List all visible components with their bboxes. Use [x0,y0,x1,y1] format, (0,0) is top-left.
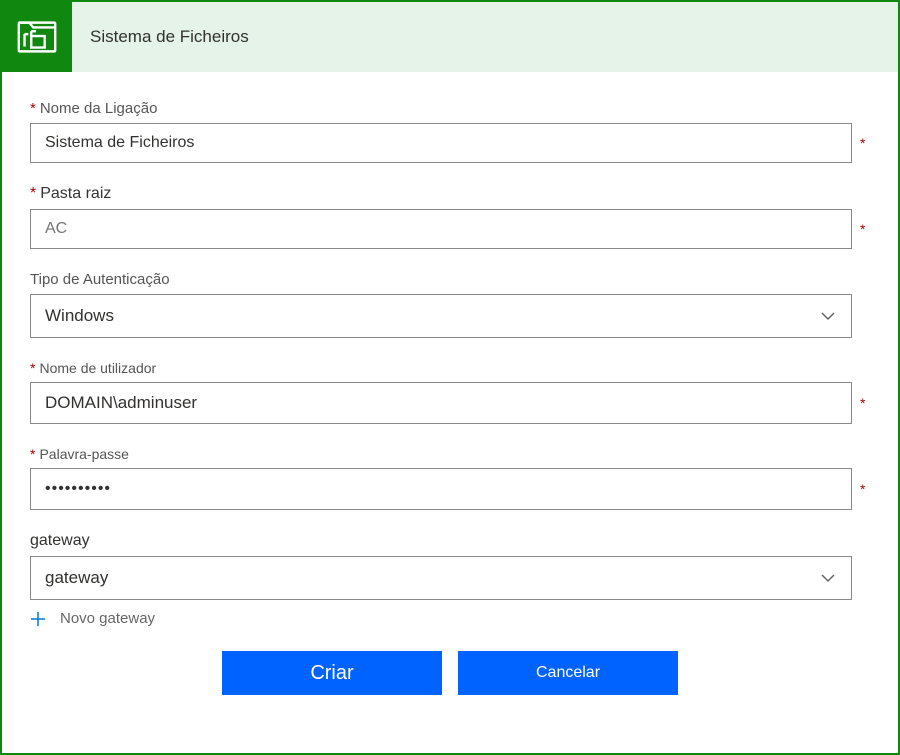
auth-type-select[interactable]: Windows [30,294,852,338]
password-label: *Palavra-passe [30,446,870,462]
root-folder-row: * [30,209,870,249]
password-input[interactable] [30,468,852,510]
filesystem-icon [2,2,72,72]
gateway-value: gateway [45,568,108,588]
create-button[interactable]: Criar [222,651,442,695]
auth-type-label: Tipo de Autenticação [30,271,870,288]
required-indicator-icon: * [860,481,870,497]
username-row: * [30,382,870,424]
auth-type-group: Tipo de Autenticação Windows [30,271,870,338]
button-row: Criar Cancelar [30,651,870,695]
plus-icon [30,611,46,627]
required-indicator-icon: * [860,221,870,237]
cancel-button[interactable]: Cancelar [458,651,678,695]
username-group: *Nome de utilizador * [30,360,870,424]
gateway-row: gateway [30,556,870,600]
root-folder-label: *Pasta raiz [30,185,870,203]
gateway-label: gateway [30,532,870,550]
new-gateway-label: Novo gateway [60,610,155,627]
dialog-title: Sistema de Ficheiros [90,27,249,47]
username-label: *Nome de utilizador [30,360,870,376]
gateway-group: gateway gateway Novo gateway [30,532,870,627]
connection-name-label: *Nome da Ligação [30,100,870,117]
new-gateway-link[interactable]: Novo gateway [30,610,870,627]
connection-name-group: *Nome da Ligação * [30,100,870,163]
chevron-down-icon [819,307,837,325]
form-container: *Nome da Ligação * *Pasta raiz * Tipo de… [2,72,898,753]
auth-type-value: Windows [45,306,114,326]
dialog-header: Sistema de Ficheiros [2,2,898,72]
root-folder-input[interactable] [30,209,852,249]
chevron-down-icon [819,569,837,587]
password-group: *Palavra-passe * [30,446,870,510]
auth-type-row: Windows [30,294,870,338]
username-input[interactable] [30,382,852,424]
password-row: * [30,468,870,510]
connection-name-row: * [30,123,870,163]
required-indicator-icon: * [860,395,870,411]
required-indicator-icon: * [860,135,870,151]
gateway-select[interactable]: gateway [30,556,852,600]
connection-name-input[interactable] [30,123,852,163]
root-folder-group: *Pasta raiz * [30,185,870,249]
